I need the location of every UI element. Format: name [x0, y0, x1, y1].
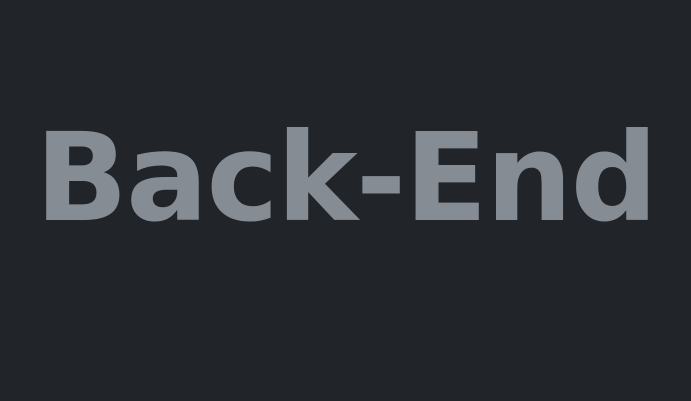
banner-title: Back-End	[35, 107, 658, 249]
banner-canvas: Back-End	[0, 0, 691, 401]
